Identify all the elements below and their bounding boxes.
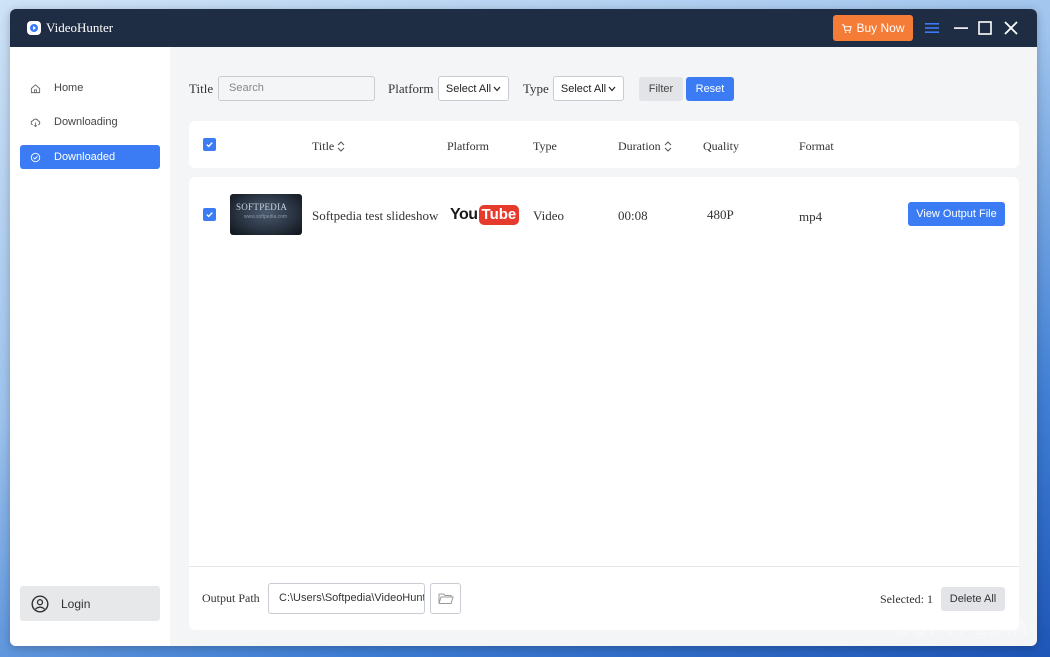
select-all-checkbox[interactable] (203, 138, 216, 151)
column-header-format: Format (799, 139, 834, 154)
type-select-value: Select All (560, 82, 607, 95)
sort-icon (664, 141, 672, 152)
sort-icon (337, 141, 345, 152)
selected-count: Selected: 1 (880, 592, 933, 606)
downloaded-list: SOFTPEDIA www.softpedia.com Softpedia te… (189, 177, 1019, 630)
checkmark-icon (206, 142, 213, 148)
footer-divider (189, 566, 1019, 567)
column-header-label: Title (312, 139, 335, 153)
video-type: Video (533, 208, 564, 223)
output-path-field[interactable]: C:\Users\Softpedia\VideoHunter (268, 583, 425, 614)
app-window: VideoHunter Buy Now Home Downloading Dow… (10, 9, 1037, 646)
cart-icon (842, 23, 853, 33)
thumbnail-subtext: www.softpedia.com (244, 214, 288, 220)
column-header-label: Platform (447, 139, 489, 153)
platform-select[interactable]: Select All (438, 76, 509, 101)
title-filter-label: Title (189, 81, 214, 96)
sidebar-item-downloading[interactable]: Downloading (20, 110, 160, 134)
login-label: Login (61, 596, 91, 611)
menu-icon[interactable] (921, 17, 943, 39)
video-format: mp4 (799, 209, 823, 224)
type-filter-label: Type (523, 81, 549, 96)
video-title: Softpedia test slideshow (312, 208, 439, 223)
checkmark-icon (206, 212, 213, 218)
home-icon (30, 83, 41, 93)
table-header: Title Platform Type Duration Quality For… (189, 121, 1019, 168)
reset-button[interactable]: Reset (686, 77, 734, 101)
filter-button-label: Filter (648, 83, 674, 95)
platform-filter-label: Platform (388, 81, 434, 96)
watermark-logo: SOFTPEDIA (895, 615, 1030, 641)
view-output-file-label: View Output File (916, 208, 997, 220)
column-header-quality: Quality (703, 139, 739, 154)
user-icon (31, 594, 49, 613)
watermark-text: SOFTPEDIA (895, 615, 1030, 640)
chevron-down-icon (608, 86, 616, 91)
thumbnail-text: SOFTPEDIA (236, 202, 288, 212)
search-placeholder: Search (229, 82, 264, 94)
title-bar: VideoHunter Buy Now (10, 9, 1037, 47)
login-button[interactable]: Login (20, 586, 160, 621)
video-duration: 00:08 (618, 208, 648, 223)
youtube-logo-you: You (450, 206, 478, 223)
sidebar-item-downloaded[interactable]: Downloaded (20, 145, 160, 169)
platform-select-value: Select All (445, 82, 492, 95)
sidebar-item-label: Downloaded (54, 151, 116, 163)
folder-icon (438, 593, 454, 604)
app-logo-icon (27, 21, 41, 35)
type-select[interactable]: Select All (553, 76, 624, 101)
row-checkbox[interactable] (203, 208, 216, 221)
buy-now-label: Buy Now (856, 21, 905, 35)
sidebar-item-home[interactable]: Home (20, 76, 160, 100)
video-quality: 480P (707, 207, 734, 222)
column-header-label: Format (799, 139, 834, 153)
youtube-logo-tube: Tube (478, 205, 520, 225)
browse-folder-button[interactable] (430, 583, 461, 614)
filter-button[interactable]: Filter (639, 77, 683, 101)
delete-all-button[interactable]: Delete All (941, 587, 1005, 611)
column-header-label: Type (533, 139, 557, 153)
reset-button-label: Reset (695, 83, 725, 95)
sidebar-item-label: Home (54, 82, 84, 94)
delete-all-label: Delete All (949, 593, 997, 605)
column-header-duration[interactable]: Duration (618, 139, 672, 154)
close-icon[interactable] (1000, 17, 1022, 39)
buy-now-button[interactable]: Buy Now (833, 15, 913, 41)
minimize-icon[interactable] (950, 17, 972, 39)
chevron-down-icon (493, 86, 501, 91)
sidebar-item-label: Downloading (54, 116, 118, 128)
output-path-value: C:\Users\Softpedia\VideoHunter (279, 592, 425, 604)
check-circle-icon (30, 152, 41, 162)
video-thumbnail: SOFTPEDIA www.softpedia.com (230, 194, 302, 235)
column-header-title[interactable]: Title (312, 139, 345, 154)
column-header-label: Quality (703, 139, 739, 153)
column-header-platform: Platform (447, 139, 489, 154)
search-input[interactable]: Search (218, 76, 375, 101)
cloud-download-icon (30, 118, 41, 127)
view-output-file-button[interactable]: View Output File (908, 202, 1005, 226)
column-header-type: Type (533, 139, 557, 154)
maximize-icon[interactable] (974, 17, 996, 39)
output-path-label: Output Path (202, 591, 260, 605)
column-header-label: Duration (618, 139, 661, 153)
main-content: Title Search Platform Select All Type Se… (170, 47, 1037, 646)
app-title: VideoHunter (46, 20, 114, 35)
youtube-logo-icon: You Tube (450, 205, 520, 225)
sidebar: Home Downloading Downloaded Login (10, 47, 170, 646)
